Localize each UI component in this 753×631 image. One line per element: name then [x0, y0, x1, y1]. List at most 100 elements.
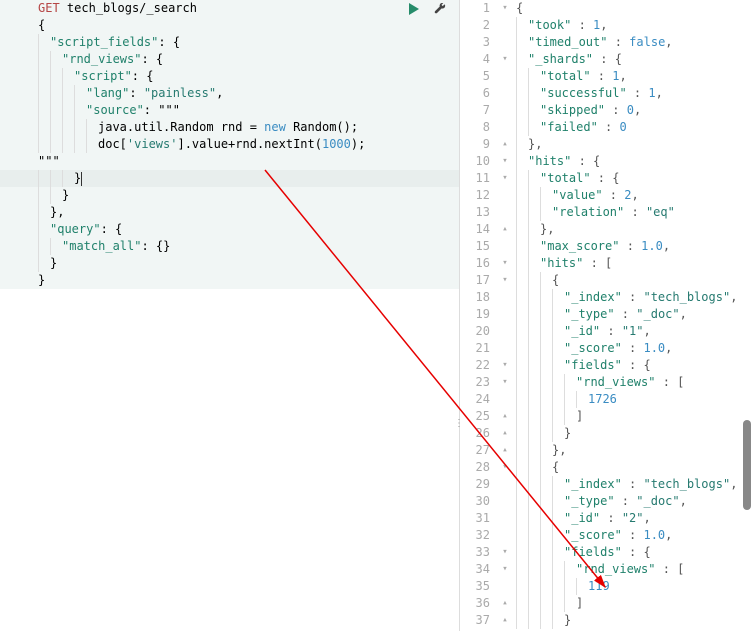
- fold-toggle[interactable]: ▾: [498, 153, 512, 170]
- code-content[interactable]: doc['views'].value+rnd.nextInt(1000);: [28, 136, 459, 153]
- code-content[interactable]: }: [28, 255, 459, 272]
- code-line: 30"_type" : "_doc",: [460, 493, 753, 510]
- fold-toggle[interactable]: ▾: [498, 51, 512, 68]
- line-number: 15: [460, 238, 498, 255]
- fold-toggle[interactable]: ▾: [498, 561, 512, 578]
- code-line[interactable]: }: [0, 187, 459, 204]
- line-number: 30: [460, 493, 498, 510]
- fold-toggle[interactable]: ▾: [498, 0, 512, 17]
- request-line[interactable]: GET tech_blogs/_search: [28, 0, 459, 17]
- code-content[interactable]: "script": {: [28, 68, 459, 85]
- code-content[interactable]: "rnd_views": {: [28, 51, 459, 68]
- code-line[interactable]: "script": {: [0, 68, 459, 85]
- code-line: 18"_index" : "tech_blogs",: [460, 289, 753, 306]
- response-viewer-pane[interactable]: ⋮ 1▾{2"took" : 1,3"timed_out" : false,4▾…: [460, 0, 753, 631]
- code-line[interactable]: },: [0, 204, 459, 221]
- line-number: 28: [460, 459, 498, 476]
- code-content: },: [512, 221, 753, 238]
- http-method: GET: [38, 1, 60, 15]
- line-number: 18: [460, 289, 498, 306]
- line-number: 9: [460, 136, 498, 153]
- code-content[interactable]: "script_fields": {: [28, 34, 459, 51]
- fold-toggle[interactable]: ▴: [498, 408, 512, 425]
- code-line[interactable]: doc['views'].value+rnd.nextInt(1000);: [0, 136, 459, 153]
- code-content: "hits" : {: [512, 153, 753, 170]
- code-content[interactable]: }: [28, 272, 459, 289]
- code-line: 13"relation" : "eq": [460, 204, 753, 221]
- fold-toggle[interactable]: ▴: [498, 595, 512, 612]
- code-content: "_index" : "tech_blogs",: [512, 476, 753, 493]
- request-editor-pane[interactable]: GET tech_blogs/_search {"script_fields":…: [0, 0, 460, 631]
- code-line[interactable]: """: [0, 153, 459, 170]
- code-content[interactable]: """: [28, 153, 459, 170]
- code-content: "hits" : [: [512, 255, 753, 272]
- line-number: 5: [460, 68, 498, 85]
- code-content[interactable]: }: [28, 170, 459, 187]
- fold-toggle[interactable]: ▾: [498, 170, 512, 187]
- code-content[interactable]: },: [28, 204, 459, 221]
- code-line: 29"_index" : "tech_blogs",: [460, 476, 753, 493]
- code-line[interactable]: }: [0, 255, 459, 272]
- code-line[interactable]: java.util.Random rnd = new Random();: [0, 119, 459, 136]
- code-line: 11▾"total" : {: [460, 170, 753, 187]
- code-line: 17▾{: [460, 272, 753, 289]
- code-line[interactable]: "script_fields": {: [0, 34, 459, 51]
- scrollbar-thumb[interactable]: [743, 420, 751, 510]
- fold-toggle[interactable]: ▴: [498, 221, 512, 238]
- code-line[interactable]: "match_all": {}: [0, 238, 459, 255]
- code-line[interactable]: }: [0, 272, 459, 289]
- code-content: },: [512, 136, 753, 153]
- code-content[interactable]: }: [28, 187, 459, 204]
- code-line: 3"timed_out" : false,: [460, 34, 753, 51]
- code-line: 4▾"_shards" : {: [460, 51, 753, 68]
- fold-toggle[interactable]: ▾: [498, 255, 512, 272]
- code-line: 5"total" : 1,: [460, 68, 753, 85]
- fold-toggle[interactable]: ▾: [498, 357, 512, 374]
- fold-toggle[interactable]: ▴: [498, 612, 512, 629]
- request-path: tech_blogs/_search: [67, 1, 197, 15]
- fold-toggle[interactable]: ▴: [498, 425, 512, 442]
- code-content: ]: [512, 408, 753, 425]
- code-line[interactable]: {: [0, 17, 459, 34]
- code-line: 2"took" : 1,: [460, 17, 753, 34]
- code-content: }: [512, 425, 753, 442]
- code-content[interactable]: "lang": "painless",: [28, 85, 459, 102]
- code-line: 20"_id" : "1",: [460, 323, 753, 340]
- code-content[interactable]: java.util.Random rnd = new Random();: [28, 119, 459, 136]
- line-number: 20: [460, 323, 498, 340]
- code-line[interactable]: "lang": "painless",: [0, 85, 459, 102]
- code-content[interactable]: "query": {: [28, 221, 459, 238]
- code-content: "_score" : 1.0,: [512, 527, 753, 544]
- pane-resize-handle[interactable]: ⋮: [454, 418, 463, 429]
- line-number: 12: [460, 187, 498, 204]
- wrench-icon[interactable]: [433, 2, 447, 16]
- line-number: 19: [460, 306, 498, 323]
- code-line: 23▾"rnd_views" : [: [460, 374, 753, 391]
- code-line[interactable]: "query": {: [0, 221, 459, 238]
- code-content[interactable]: "source": """: [28, 102, 459, 119]
- code-content[interactable]: {: [28, 17, 459, 34]
- code-content: "value" : 2,: [512, 187, 753, 204]
- line-number: 21: [460, 340, 498, 357]
- code-line: 19"_type" : "_doc",: [460, 306, 753, 323]
- fold-toggle[interactable]: ▾: [498, 374, 512, 391]
- code-line[interactable]: "rnd_views": {: [0, 51, 459, 68]
- line-number: 24: [460, 391, 498, 408]
- fold-toggle[interactable]: ▴: [498, 442, 512, 459]
- line-number: 7: [460, 102, 498, 119]
- fold-toggle[interactable]: ▾: [498, 272, 512, 289]
- code-line[interactable]: "source": """: [0, 102, 459, 119]
- code-line: 28▾{: [460, 459, 753, 476]
- play-icon[interactable]: [409, 3, 419, 15]
- fold-toggle[interactable]: ▾: [498, 544, 512, 561]
- code-line[interactable]: }: [0, 170, 459, 187]
- code-line: 12 "value" : 2,: [460, 187, 753, 204]
- line-number: 13: [460, 204, 498, 221]
- code-content[interactable]: "match_all": {}: [28, 238, 459, 255]
- code-line: 27▴},: [460, 442, 753, 459]
- code-content: "successful" : 1,: [512, 85, 753, 102]
- fold-toggle[interactable]: ▴: [498, 136, 512, 153]
- code-content: },: [512, 442, 753, 459]
- fold-toggle[interactable]: ▾: [498, 459, 512, 476]
- code-line: 6"successful" : 1,: [460, 85, 753, 102]
